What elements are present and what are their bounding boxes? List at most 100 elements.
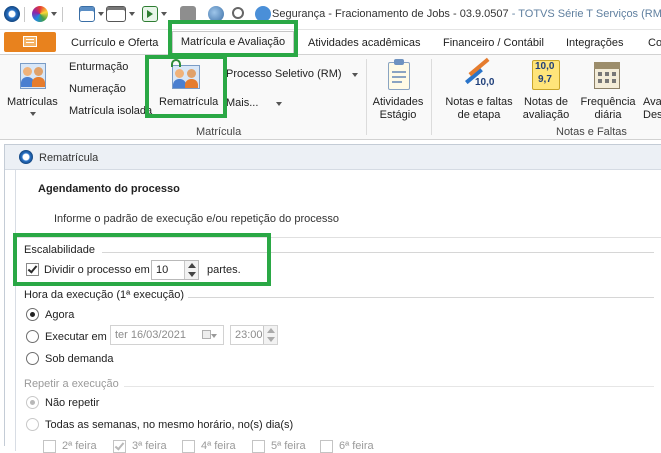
day-checkbox-qua[interactable]: [182, 440, 195, 453]
atividades-estagio-line1: Atividades: [372, 96, 424, 108]
file-menu-button[interactable]: [4, 32, 56, 52]
escalabilidade-legend: Escalabilidade: [24, 244, 95, 256]
notas-avaliacao-line1: Notas de: [523, 96, 569, 108]
calendar-dropdown-icon[interactable]: [202, 330, 211, 339]
agora-radio[interactable]: [26, 308, 39, 321]
calendar-icon[interactable]: [592, 59, 624, 91]
enturmacao-button[interactable]: Enturmação: [69, 61, 128, 73]
rematricula-icon[interactable]: [170, 59, 202, 91]
date-value: ter 16/03/2021: [115, 329, 186, 341]
back-icon[interactable]: [180, 6, 196, 22]
nao-repetir-radio[interactable]: [26, 396, 39, 409]
tab-atividades-academicas[interactable]: Atividades acadêmicas: [308, 33, 421, 54]
day-checkbox-qui[interactable]: [252, 440, 265, 453]
frequencia-diaria-button[interactable]: Frequência diária: [580, 96, 636, 122]
frequencia-diaria-line1: Frequência: [580, 96, 636, 108]
spin-up-icon[interactable]: [267, 328, 275, 333]
wizard-header: Agendamento do processo Informe o padrão…: [16, 170, 661, 238]
time-stepper[interactable]: 23:00: [230, 325, 278, 345]
day-label: 2ª feira: [62, 440, 97, 452]
chevron-down-icon[interactable]: [352, 73, 358, 77]
time-value: 23:00: [235, 329, 263, 341]
processo-seletivo-button[interactable]: Processo Seletivo (RM): [226, 68, 342, 80]
day-checkbox-sex[interactable]: [320, 440, 333, 453]
mais-button[interactable]: Mais...: [226, 97, 258, 109]
notas-avaliacao-line2: avaliação: [522, 109, 570, 121]
globe-icon[interactable]: [208, 6, 224, 22]
chevron-down-icon[interactable]: [211, 334, 217, 338]
checkmark-icon: [27, 263, 38, 274]
chevron-down-icon[interactable]: [161, 12, 167, 16]
ava-line2: Des: [643, 109, 661, 121]
title-bar: Segurança - Fracionamento de Jobs - 03.9…: [0, 0, 661, 30]
layout-icon[interactable]: [106, 6, 126, 22]
matriculas-icon[interactable]: [18, 61, 50, 93]
parts-suffix: partes.: [207, 264, 241, 276]
notas-faltas-etapa-line1: Notas e faltas: [445, 96, 513, 108]
toolbar-separator: [24, 7, 25, 22]
parts-stepper[interactable]: 10: [151, 260, 199, 280]
atividades-estagio-line2: Estágio: [379, 109, 417, 121]
tab-integracoes[interactable]: Integrações: [566, 33, 623, 54]
run-icon[interactable]: [142, 6, 158, 22]
chevron-down-icon[interactable]: [30, 112, 36, 116]
notas-avaliacao-button[interactable]: Notas de avaliação: [520, 96, 572, 122]
ava-line1: Ava: [643, 96, 661, 108]
notas-etapa-icon[interactable]: 10,0: [463, 57, 495, 91]
rematricula-panel: Rematrícula Agendamento do processo Info…: [4, 144, 661, 453]
dividir-processo-label: Dividir o processo em: [44, 264, 150, 276]
chevron-down-icon[interactable]: [129, 12, 135, 16]
chevron-down-icon[interactable]: [51, 12, 57, 16]
dividir-processo-checkbox[interactable]: [26, 263, 39, 276]
repetir-divider: [124, 386, 654, 387]
window-title-main: Segurança - Fracionamento de Jobs - 03.9…: [272, 8, 509, 20]
parts-value: 10: [156, 264, 169, 276]
day-checkbox-ter[interactable]: [113, 440, 126, 453]
numeracao-button[interactable]: Numeração: [69, 83, 126, 95]
ribbon-group-notas-faltas: Notas e Faltas: [556, 126, 627, 138]
sob-demanda-label: Sob demanda: [45, 353, 114, 365]
info-icon[interactable]: [255, 6, 271, 22]
spin-up-icon[interactable]: [188, 263, 196, 268]
day-label: 4ª feira: [201, 440, 236, 452]
executar-em-radio[interactable]: [26, 330, 39, 343]
todas-semanas-radio[interactable]: [26, 418, 39, 431]
date-picker[interactable]: ter 16/03/2021: [110, 325, 224, 345]
chevron-down-icon[interactable]: [98, 12, 104, 16]
clipboard-icon[interactable]: [383, 59, 415, 91]
window-icon[interactable]: [79, 6, 95, 22]
rematricula-button[interactable]: Rematrícula: [159, 96, 218, 108]
notas-faltas-etapa-button[interactable]: Notas e faltas de etapa: [440, 96, 518, 122]
zoom-icon[interactable]: [232, 7, 244, 19]
matriculas-button[interactable]: Matrículas: [7, 96, 58, 108]
parts-spinner[interactable]: [184, 261, 198, 279]
chevron-down-icon[interactable]: [276, 102, 282, 106]
tab-co[interactable]: Co: [648, 33, 661, 54]
repetir-legend: Repetir a execução: [24, 378, 119, 390]
content-area: Rematrícula Agendamento do processo Info…: [0, 140, 661, 453]
notas-avaliacao-icon-bottom: 9,7: [538, 74, 552, 85]
ribbon: Matrículas Enturmação Numeração Matrícul…: [0, 54, 661, 140]
tab-financeiro-contabil[interactable]: Financeiro / Contábil: [443, 33, 544, 54]
tab-matricula-avaliacao[interactable]: Matrícula e Avaliação: [172, 31, 294, 54]
window-title: Segurança - Fracionamento de Jobs - 03.9…: [272, 8, 661, 20]
sob-demanda-radio[interactable]: [26, 352, 39, 365]
agora-label: Agora: [45, 309, 75, 321]
day-checkbox-seg[interactable]: [43, 440, 56, 453]
wizard-body: Agendamento do processo Informe o padrão…: [15, 170, 661, 453]
matricula-isolada-button[interactable]: Matrícula isolada: [69, 105, 152, 117]
time-spinner[interactable]: [263, 326, 277, 344]
tab-curriculo-oferta[interactable]: Currículo e Oferta: [71, 33, 158, 54]
atividades-estagio-button[interactable]: Atividades Estágio: [372, 96, 424, 122]
notas-avaliacao-icon-top: 10,0: [535, 61, 555, 72]
ava-button[interactable]: Ava Des: [643, 96, 661, 122]
nao-repetir-label: Não repetir: [45, 397, 100, 409]
color-wheel-icon[interactable]: [32, 6, 48, 22]
todas-semanas-label: Todas as semanas, no mesmo horário, no(s…: [45, 419, 294, 431]
app-logo-icon[interactable]: [4, 6, 20, 22]
spin-down-icon[interactable]: [267, 337, 275, 342]
notas-avaliacao-icon[interactable]: 10,0 9,7: [530, 58, 562, 90]
hora-execucao-legend: Hora da execução (1ª execução): [24, 289, 184, 301]
spin-down-icon[interactable]: [188, 272, 196, 277]
frequencia-diaria-line2: diária: [594, 109, 622, 121]
